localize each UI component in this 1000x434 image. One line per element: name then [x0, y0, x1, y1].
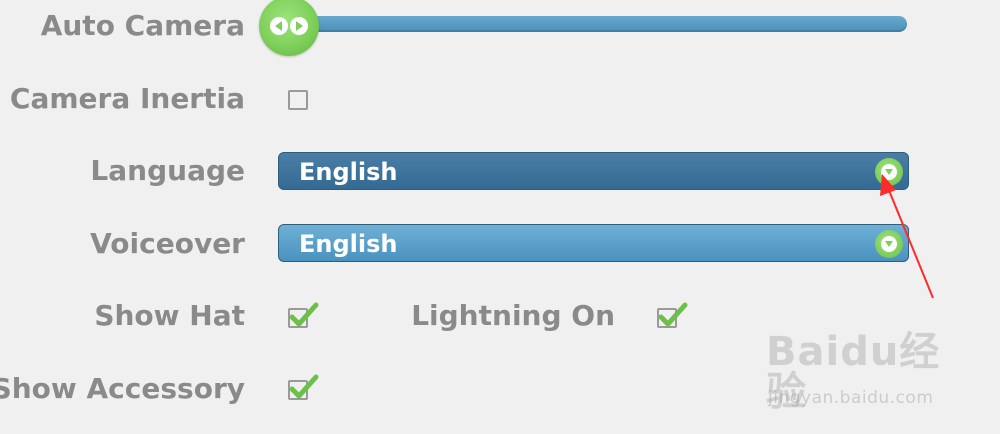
watermark-url: jingyan.baidu.com — [768, 388, 934, 408]
voiceover-label: Voiceover — [90, 227, 245, 260]
arrow-left-icon — [270, 17, 288, 35]
show-hat-checkbox[interactable] — [288, 302, 319, 328]
lightning-on-checkbox[interactable] — [657, 302, 688, 328]
voiceover-dropdown[interactable]: English — [278, 224, 909, 262]
show-hat-label: Show Hat — [94, 299, 245, 332]
check-icon — [289, 374, 319, 399]
auto-camera-slider-knob[interactable] — [259, 0, 319, 56]
check-icon — [289, 302, 319, 327]
auto-camera-label: Auto Camera — [40, 9, 245, 42]
settings-panel: Auto Camera Camera Inertia Language Engl… — [0, 0, 1000, 434]
show-accessory-label: Show Accessory — [0, 372, 245, 405]
annotation-arrow — [880, 174, 934, 299]
check-icon — [658, 302, 688, 327]
camera-inertia-label: Camera Inertia — [9, 82, 245, 115]
voiceover-dropdown-value: English — [299, 230, 398, 258]
language-dropdown[interactable]: English — [278, 152, 909, 190]
language-dropdown-value: English — [299, 158, 398, 186]
language-label: Language — [90, 154, 245, 187]
lightning-on-label: Lightning On — [411, 299, 615, 332]
show-accessory-checkbox[interactable] — [288, 374, 319, 400]
auto-camera-slider[interactable] — [285, 16, 907, 32]
camera-inertia-checkbox[interactable] — [288, 90, 308, 110]
arrow-right-icon — [290, 17, 308, 35]
baidu-watermark: Baidu经验 jingyan.baidu.com — [766, 328, 966, 418]
